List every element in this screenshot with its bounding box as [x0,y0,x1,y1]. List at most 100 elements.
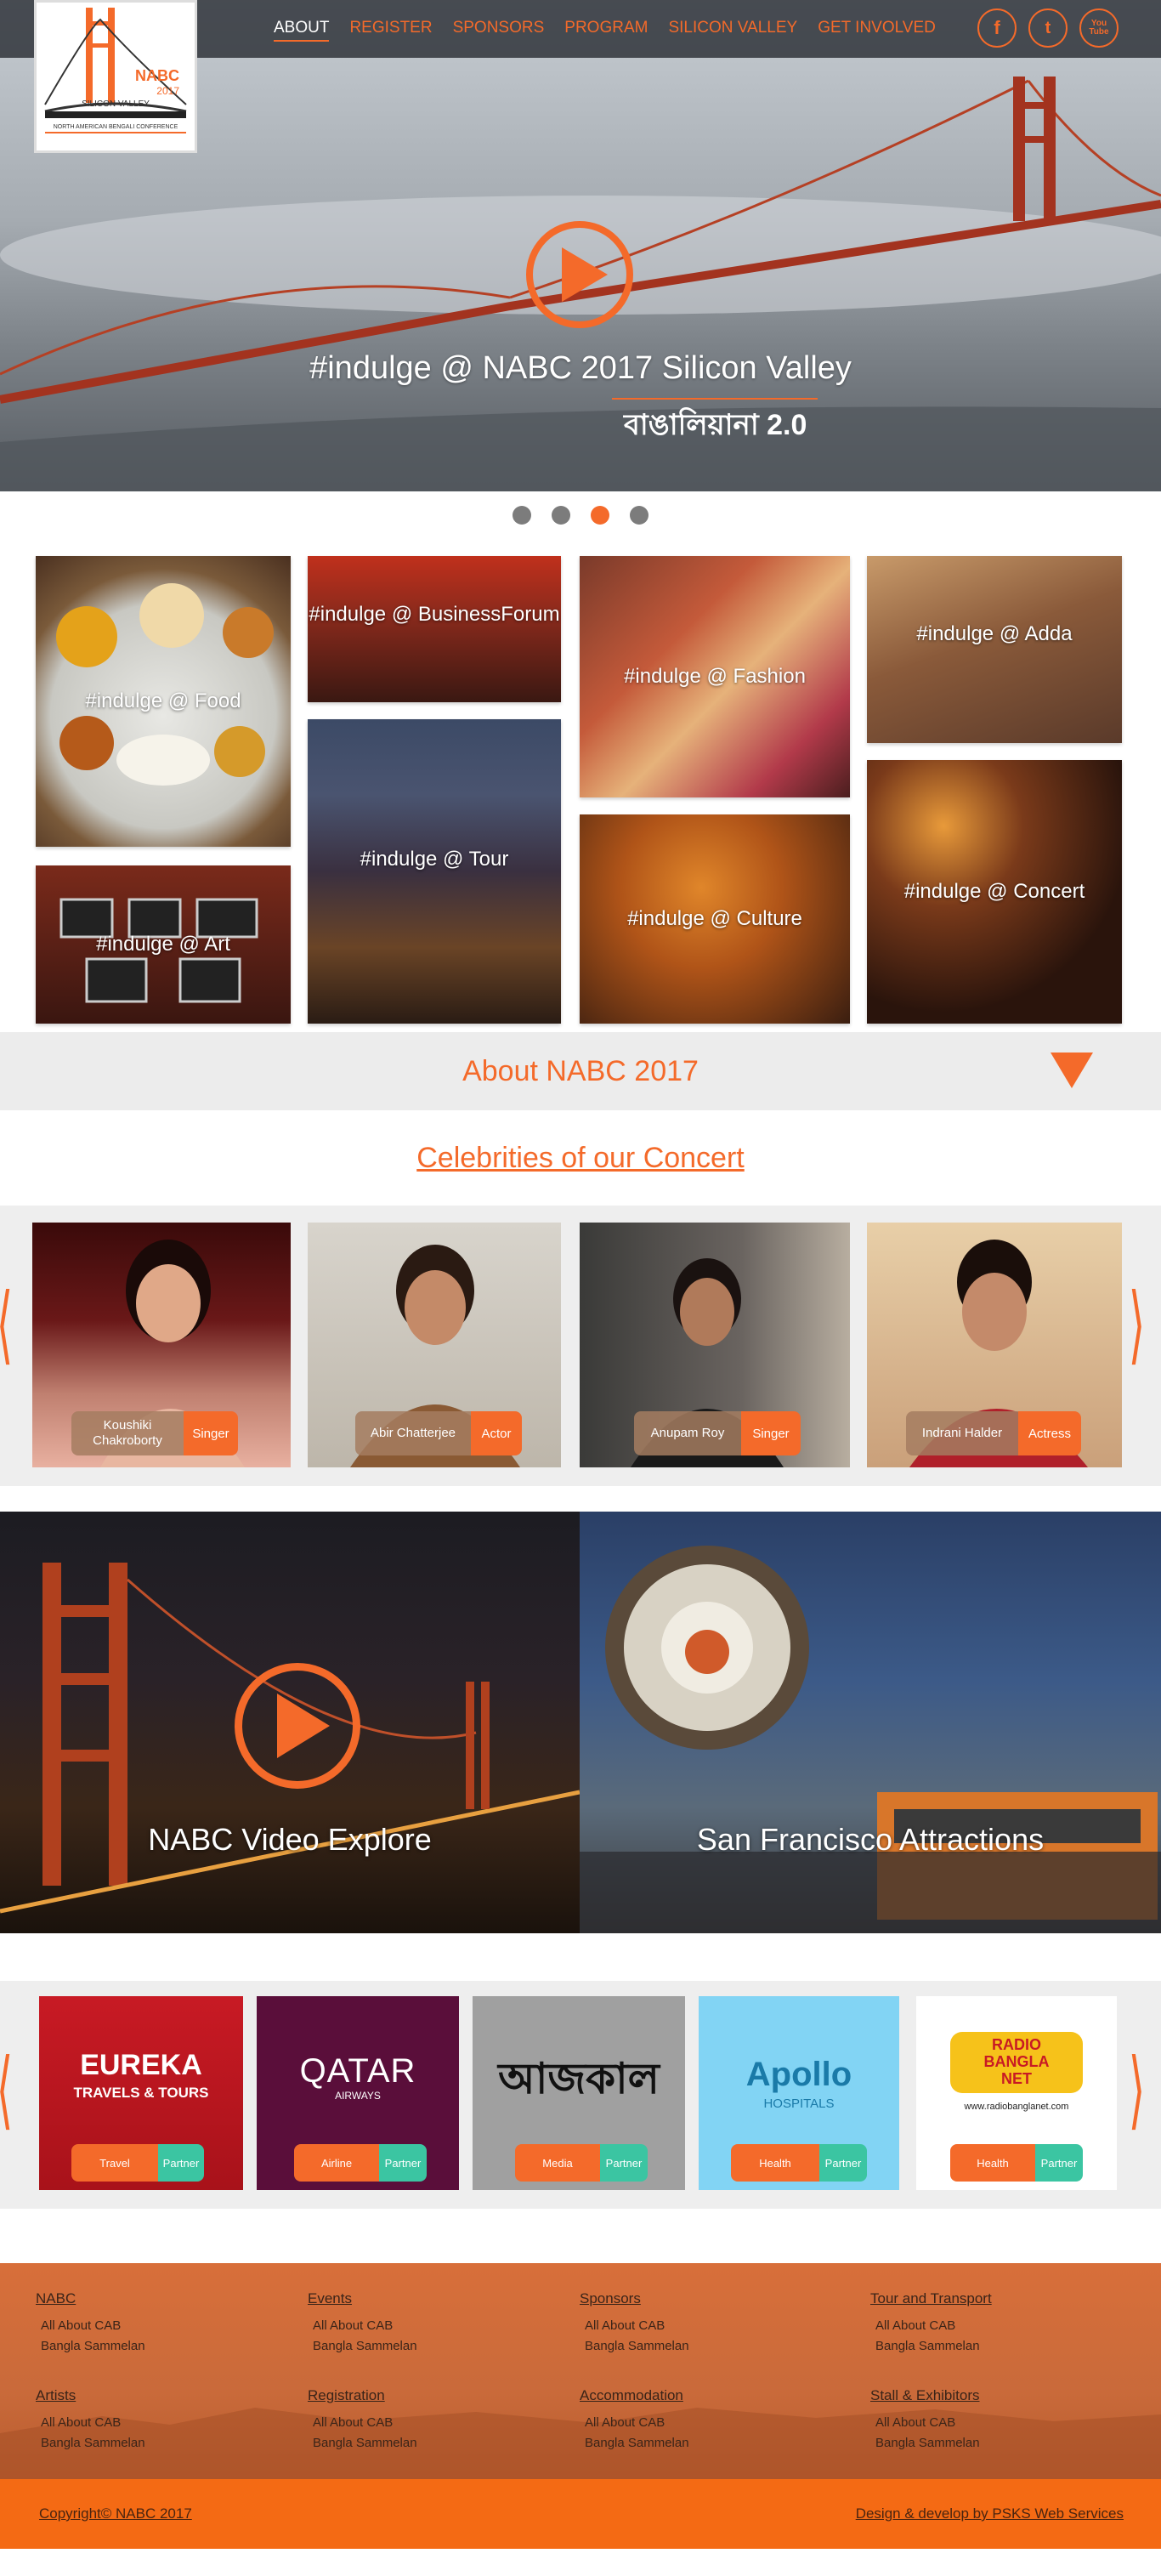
slider-dots [0,491,1161,539]
partner-card[interactable]: Apollo HOSPITALS Health Partner [699,1996,899,2190]
slider-dot[interactable] [630,506,648,525]
partner-logo-sub: AIRWAYS [335,2090,381,2102]
footer-link[interactable]: All About CAB [313,2413,417,2433]
partner-tag: Partner [379,2144,427,2182]
footer-link[interactable]: All About CAB [585,2413,689,2433]
slider-dot-active[interactable] [591,506,609,525]
main-nav: ABOUT REGISTER SPONSORS PROGRAM SILICON … [274,19,956,42]
logo-year: 2017 [156,85,179,97]
video-explore-label: NABC Video Explore [148,1822,432,1857]
tile-tour-caption: #indulge @ Tour [360,847,509,871]
prev-arrow-icon[interactable]: ⟨ [0,2047,13,2132]
footer-link[interactable]: Bangla Sammelan [41,2433,145,2454]
partner-badge: Health Partner [950,2144,1083,2182]
celebrity-badge: Abir Chatterjee Actor [355,1411,522,1455]
tile-businessforum[interactable]: #indulge @ BusinessForum [308,556,561,702]
partner-badge: Travel Partner [71,2144,204,2182]
celebrity-role: Singer [741,1411,801,1455]
celebrity-card[interactable]: Indrani Halder Actress [867,1223,1122,1467]
footer-heading[interactable]: Accommodation [580,2387,689,2404]
tile-adda-caption: #indulge @ Adda [916,622,1073,646]
prev-arrow-icon[interactable]: ⟨ [0,1282,13,1367]
hero-subtitle: বাঙালিয়ানা 2.0 [624,409,807,441]
nav-register[interactable]: REGISTER [349,19,432,42]
partner-type: Airline [294,2144,379,2182]
tile-adda[interactable]: #indulge @ Adda [867,556,1122,743]
about-bar[interactable]: About NABC 2017 [0,1032,1161,1110]
copyright-text[interactable]: Copyright© NABC 2017 [39,2505,192,2522]
footer-link[interactable]: Bangla Sammelan [585,2336,689,2357]
footer-heading[interactable]: Registration [308,2387,417,2404]
footer-col-artists: Artists All About CAB Bangla Sammelan [36,2387,145,2454]
partner-card[interactable]: EUREKA TRAVELS & TOURS Travel Partner [39,1996,243,2190]
celebrity-card[interactable]: Anupam Roy Singer [580,1223,850,1467]
tile-fashion[interactable]: #indulge @ Fashion [580,556,850,797]
next-arrow-icon[interactable]: ⟩ [1129,1282,1146,1367]
partner-card[interactable]: RADIO BANGLA NET www.radiobanglanet.com … [916,1996,1117,2190]
credit-link[interactable]: Design & develop by PSKS Web Services [856,2505,1124,2522]
celebrity-badge: Koushiki Chakroborty Singer [71,1411,238,1455]
partner-carousel: ⟨ ⟩ EUREKA TRAVELS & TOURS Travel Partne… [0,1981,1161,2209]
celebrities-heading-wrap: Celebrities of our Concert [0,1110,1161,1206]
partner-logo-sub: HOSPITALS [763,2097,835,2111]
footer-col-nabc: NABC All About CAB Bangla Sammelan [36,2290,145,2357]
footer-link[interactable]: All About CAB [41,2316,145,2336]
indulge-grid: #indulge @ Food #indulge @ BusinessForum… [0,539,1161,1032]
partner-card[interactable]: আজকাল Media Partner [473,1996,685,2190]
hero-play-button[interactable] [526,221,633,328]
footer-link[interactable]: All About CAB [41,2413,145,2433]
nabc-logo[interactable]: NABC 2017 SILICON VALLEY NORTH AMERICAN … [34,0,197,153]
footer-link[interactable]: All About CAB [875,2413,980,2433]
footer-link[interactable]: Bangla Sammelan [585,2433,689,2454]
tile-culture[interactable]: #indulge @ Culture [580,814,850,1024]
footer-link[interactable]: All About CAB [313,2316,417,2336]
partner-type: Health [731,2144,819,2182]
footer-heading[interactable]: Tour and Transport [870,2290,992,2307]
celebrities-heading[interactable]: Celebrities of our Concert [416,1142,745,1175]
expand-arrow-icon[interactable] [1051,1053,1093,1088]
slider-dot[interactable] [513,506,531,525]
nav-silicon-valley[interactable]: SILICON VALLEY [668,19,797,42]
footer-heading[interactable]: Sponsors [580,2290,689,2307]
celebrity-card[interactable]: Abir Chatterjee Actor [308,1223,561,1467]
tile-art[interactable]: #indulge @ Art [36,865,291,1024]
footer-heading[interactable]: NABC [36,2290,145,2307]
twitter-icon[interactable]: t [1028,9,1068,48]
slider-dot[interactable] [552,506,570,525]
tile-culture-caption: #indulge @ Culture [627,907,802,930]
celebrity-card[interactable]: Koushiki Chakroborty Singer [32,1223,291,1467]
facebook-icon[interactable]: f [977,9,1017,48]
tile-food[interactable]: #indulge @ Food [36,556,291,847]
next-arrow-icon[interactable]: ⟩ [1129,2047,1146,2132]
footer-link[interactable]: All About CAB [875,2316,992,2336]
youtube-icon[interactable]: You Tube [1079,9,1119,48]
footer-link[interactable]: Bangla Sammelan [41,2336,145,2357]
partner-logo: QATAR [299,2052,416,2090]
footer-link[interactable]: Bangla Sammelan [313,2433,417,2454]
footer-heading[interactable]: Events [308,2290,417,2307]
celebrity-name: Anupam Roy [634,1411,741,1455]
tile-tour[interactable]: #indulge @ Tour [308,719,561,1024]
sf-attractions-panel[interactable]: San Francisco Attractions [580,1512,1161,1933]
nav-program[interactable]: PROGRAM [564,19,648,42]
nav-get-involved[interactable]: GET INVOLVED [818,19,936,42]
partner-type: Health [950,2144,1035,2182]
footer-heading[interactable]: Artists [36,2387,145,2404]
tile-concert[interactable]: #indulge @ Concert [867,760,1122,1024]
partner-logo: আজকাল [498,2055,660,2102]
video-explore-panel[interactable]: NABC Video Explore [0,1512,580,1933]
footer-link[interactable]: All About CAB [585,2316,689,2336]
nav-about[interactable]: ABOUT [274,19,330,42]
celebrity-role: Singer [184,1411,238,1455]
footer-link[interactable]: Bangla Sammelan [875,2433,980,2454]
celebrity-badge: Indrani Halder Actress [906,1411,1081,1455]
footer-link[interactable]: Bangla Sammelan [313,2336,417,2357]
footer-link[interactable]: Bangla Sammelan [875,2336,992,2357]
video-play-button[interactable] [235,1663,360,1789]
footer-col-tour: Tour and Transport All About CAB Bangla … [870,2290,992,2357]
partner-card[interactable]: QATAR AIRWAYS Airline Partner [257,1996,459,2190]
partner-tag: Partner [158,2144,204,2182]
footer-heading[interactable]: Stall & Exhibitors [870,2387,980,2404]
logo-sub: SILICON VALLEY [82,99,150,109]
nav-sponsors[interactable]: SPONSORS [453,19,545,42]
